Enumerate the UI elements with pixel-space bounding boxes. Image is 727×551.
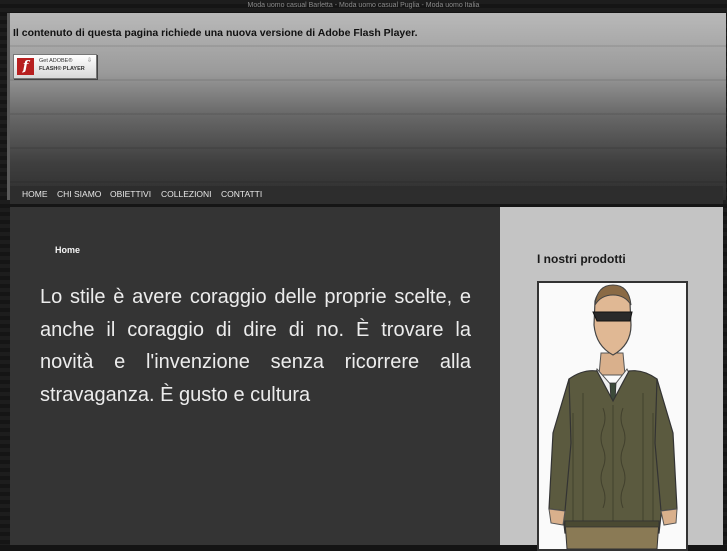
header-gradient-bands [10,13,726,200]
flash-required-message: Il contenuto di questa pagina richiede u… [13,27,418,39]
flash-header: Il contenuto di questa pagina richiede u… [7,13,726,200]
nav-item-collezioni[interactable]: COLLEZIONI [161,186,212,203]
nav-item-obiettivi[interactable]: OBIETTIVI [110,186,151,203]
nav-item-contatti[interactable]: CONTATTI [221,186,262,203]
product-image[interactable] [537,281,688,551]
get-flash-player-button[interactable]: f Get ADOBE® FLASH® PLAYER ⇩ [13,54,97,79]
main-navigation: HOME CHI SIAMO OBIETTIVI COLLEZIONI CONT… [10,186,723,204]
style-quote: Lo stile è avere coraggio delle proprie … [40,286,471,406]
fashion-sketch-illustration [548,284,678,549]
flash-player-icon: f [17,58,34,75]
nav-item-chi-siamo[interactable]: CHI SIAMO [57,186,101,203]
sidebar-title: I nostri prodotti [537,252,626,266]
nav-item-home[interactable]: HOME [22,186,48,203]
download-arrow-icon: ⇩ [86,58,92,64]
breadcrumb: Home [55,245,81,255]
sidebar: I nostri prodotti [500,207,723,551]
top-caption: Moda uomo casual Barletta - Moda uomo ca… [247,2,480,9]
flash-badge-line1: Get ADOBE® [39,58,73,64]
main-content: Home Lo stile è avere coraggio delle pro… [10,207,500,545]
flash-badge-line2: FLASH® PLAYER [39,66,85,72]
